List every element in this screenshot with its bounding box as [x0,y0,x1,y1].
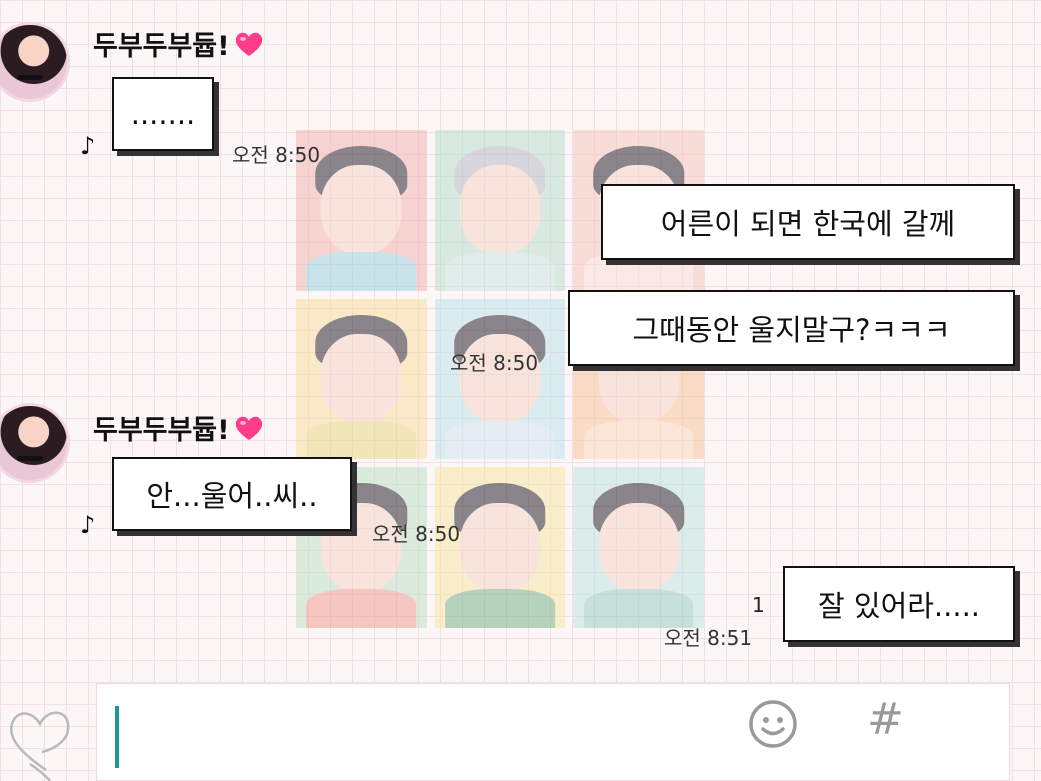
message-time: 오전 8:50 [372,522,461,546]
hash-icon[interactable]: # [867,694,904,745]
pink-heart-icon [234,415,264,441]
message-bubble[interactable]: ....... [112,77,214,151]
sticker-cell [434,298,566,460]
music-note-icon: ♪ [80,511,96,539]
message-input[interactable]: # [96,683,1010,781]
message-text: 그때동안 울지말구?ㅋㅋㅋ [632,313,951,347]
sticker-cell [434,130,566,291]
sender-name: 두부두부듑! [93,408,264,447]
message-text: 잘 있어라..... [817,589,981,623]
smiley-icon[interactable] [747,698,799,750]
message-text: 안...울어..씨.. [146,479,318,513]
pink-heart-icon [234,31,264,57]
message-bubble[interactable]: 잘 있어라..... [783,566,1015,642]
music-note-icon: ♪ [80,132,96,160]
message-bubble[interactable]: 안...울어..씨.. [112,457,352,531]
message-time: 오전 8:51 [664,626,753,650]
avatar[interactable] [0,403,70,483]
message-bubble[interactable]: 어른이 되면 한국에 갈께 [601,184,1015,260]
sticker-cell [296,298,427,460]
message-bubble[interactable]: 그때동안 울지말구?ㅋㅋㅋ [568,290,1015,366]
unread-count: 1 [752,593,765,617]
text-cursor [115,706,119,768]
avatar[interactable] [0,22,70,102]
heart-doodle-icon [10,711,70,781]
message-text: ....... [130,97,196,131]
sticker-cell [573,467,704,628]
message-text: 어른이 되면 한국에 갈께 [660,207,956,241]
sender-name: 두부두부듑! [93,24,264,63]
sticker-cell [434,467,566,628]
sender-name-text: 두부두부듑! [93,31,230,62]
message-time: 오전 8:50 [450,351,539,375]
message-time: 오전 8:50 [232,143,321,167]
sender-name-text: 두부두부듑! [93,415,230,446]
